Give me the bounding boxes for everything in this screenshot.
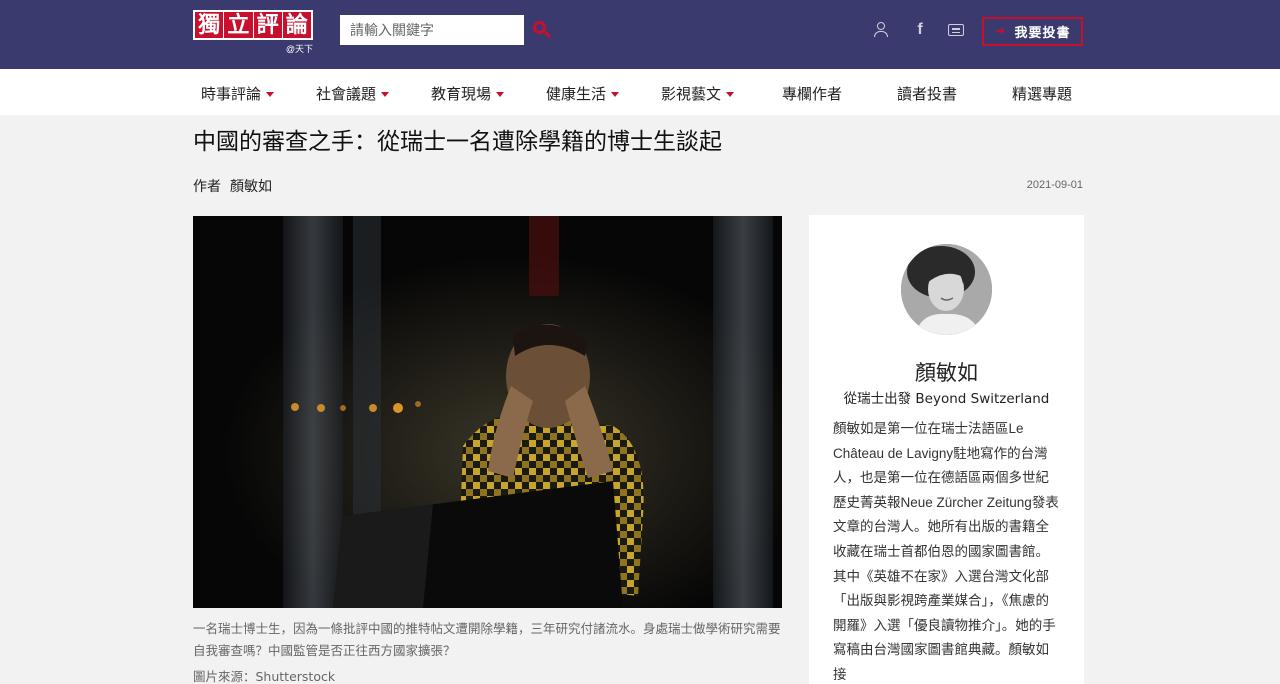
- article-hero-image: [193, 216, 782, 608]
- caret-down-icon: [381, 92, 390, 97]
- logo-char: 評: [254, 12, 283, 38]
- nav-item-arts[interactable]: 影視藝文: [661, 83, 735, 104]
- nav-label: 健康生活: [546, 85, 607, 103]
- user-icon[interactable]: [873, 22, 889, 38]
- article-title: 中國的審查之手：從瑞士一名遭除學籍的博士生談起: [193, 129, 722, 155]
- rss-icon[interactable]: [948, 24, 964, 36]
- arrow-right-icon: ➔: [994, 24, 1007, 39]
- logo-char: 論: [285, 12, 308, 38]
- site-header: 獨 立 評 論 @天下 f ➔ 我要投書: [0, 0, 1280, 69]
- nav-label: 影視藝文: [661, 85, 722, 103]
- nav-item-columnists[interactable]: 專欄作者: [782, 83, 842, 104]
- caret-down-icon: [496, 92, 505, 97]
- nav-label: 時事評論: [201, 85, 262, 103]
- nav-label: 社會議題: [316, 85, 377, 103]
- caret-down-icon: [266, 92, 275, 97]
- submit-label: 我要投書: [1014, 26, 1071, 41]
- author-prefix: 作者: [193, 179, 221, 195]
- search-input[interactable]: [340, 15, 524, 45]
- logo-char: 獨: [195, 12, 225, 38]
- nav-item-current-affairs[interactable]: 時事評論: [201, 83, 275, 104]
- nav-label: 讀者投書: [897, 85, 958, 103]
- nav-label: 教育現場: [431, 85, 492, 103]
- author-name[interactable]: 顏敏如: [809, 357, 1084, 387]
- logo-char: 立: [224, 12, 254, 38]
- publish-date: 2021-09-01: [1026, 179, 1083, 191]
- image-caption: 一名瑞士博士生，因為一條批評中國的推特帖文遭開除學籍，三年研究付諸流水。身處瑞士…: [193, 621, 781, 658]
- nav-item-health[interactable]: 健康生活: [546, 83, 620, 104]
- nav-item-education[interactable]: 教育現場: [431, 83, 505, 104]
- search-icon[interactable]: [532, 20, 552, 40]
- nav-label: 專欄作者: [782, 85, 843, 103]
- author-avatar[interactable]: [901, 244, 992, 335]
- author-link[interactable]: 顏敏如: [230, 176, 272, 196]
- author-bio: 顏敏如是第一位在瑞士法語區Le Château de Lavigny駐地寫作的台…: [833, 421, 1059, 682]
- nav-item-reader-submissions[interactable]: 讀者投書: [897, 83, 957, 104]
- logo-subtitle: @天下: [285, 44, 313, 54]
- article-byline: 作者 顏敏如: [193, 176, 272, 196]
- caret-down-icon: [726, 92, 735, 97]
- main-nav: 時事評論 社會議題 教育現場 健康生活 影視藝文 專欄作者 讀者投書 精選專題: [0, 69, 1280, 115]
- site-logo[interactable]: 獨 立 評 論 @天下: [193, 10, 313, 54]
- nav-label: 精選專題: [1012, 85, 1073, 103]
- column-name[interactable]: 從瑞士出發 Beyond Switzerland: [809, 387, 1084, 407]
- caret-down-icon: [611, 92, 620, 97]
- nav-item-social-issues[interactable]: 社會議題: [316, 83, 390, 104]
- facebook-icon[interactable]: f: [912, 22, 928, 38]
- submit-article-button[interactable]: ➔ 我要投書: [982, 17, 1083, 46]
- image-credit: 圖片來源：Shutterstock: [193, 669, 336, 684]
- nav-item-featured[interactable]: 精選專題: [1012, 83, 1072, 104]
- author-card: 顏敏如 從瑞士出發 Beyond Switzerland 顏敏如是第一位在瑞士法…: [809, 215, 1084, 684]
- logo-wordmark: 獨 立 評 論: [193, 10, 313, 40]
